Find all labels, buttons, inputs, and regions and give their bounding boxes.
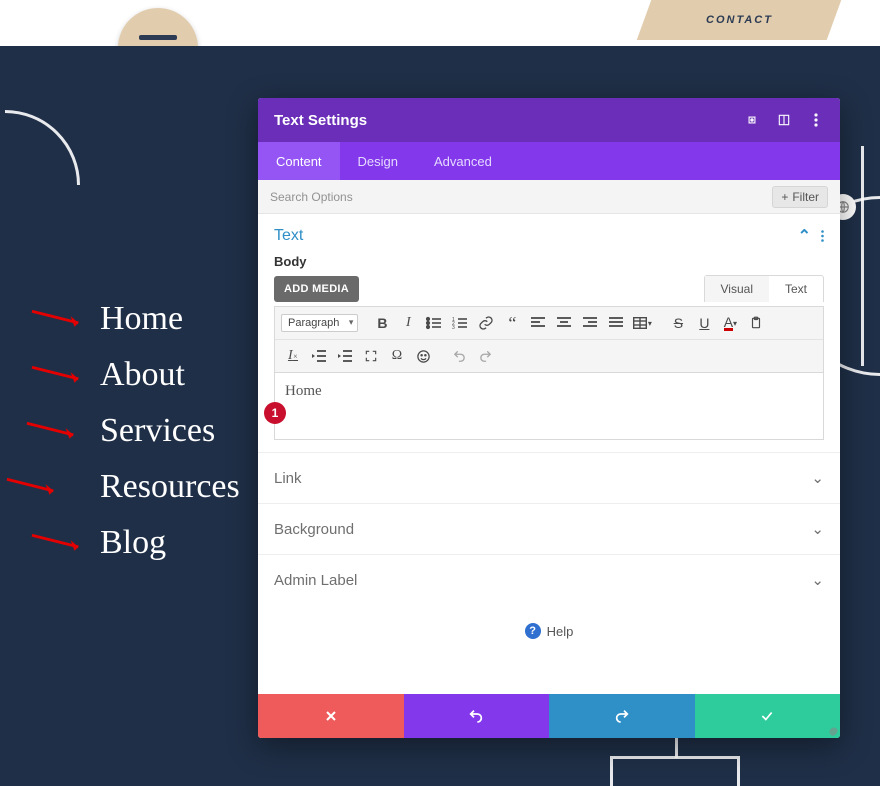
arrow-icon [5, 477, 63, 497]
bold-icon[interactable]: B [370, 311, 394, 335]
outdent-icon[interactable] [307, 344, 331, 368]
svg-text:3: 3 [452, 325, 455, 330]
add-media-button[interactable]: ADD MEDIA [274, 276, 359, 302]
modal-title-actions [744, 112, 824, 128]
arrow-icon [25, 421, 83, 441]
nav-label: Resources [100, 468, 240, 506]
resize-handle[interactable] [824, 722, 838, 736]
editor-tab-text[interactable]: Text [769, 276, 823, 302]
number-list-icon[interactable]: 123 [448, 311, 472, 335]
section-text-header[interactable]: Text ⌃ [258, 214, 840, 254]
hamburger-bar [139, 35, 177, 40]
kebab-icon[interactable] [821, 230, 824, 242]
modal-footer [258, 694, 840, 738]
section-label: Background [274, 521, 354, 538]
link-icon[interactable] [474, 311, 498, 335]
modal-title-text: Text Settings [274, 112, 367, 129]
help-link[interactable]: ? Help [258, 605, 840, 649]
strike-icon[interactable]: S [666, 311, 690, 335]
editor-tab-visual[interactable]: Visual [705, 276, 769, 302]
omega-icon[interactable]: Ω [385, 344, 409, 368]
text-settings-modal: Text Settings Content Design Advanced Se… [258, 98, 840, 738]
nav-label: Blog [100, 524, 166, 562]
undo-button[interactable] [404, 694, 550, 738]
emoji-icon[interactable] [411, 344, 435, 368]
tab-advanced[interactable]: Advanced [416, 142, 510, 180]
filter-label: Filter [792, 190, 819, 204]
arrow-icon [30, 365, 88, 385]
align-justify-icon[interactable] [604, 311, 628, 335]
align-left-icon[interactable] [526, 311, 550, 335]
decoration-line [861, 146, 864, 366]
indent-icon[interactable] [333, 344, 357, 368]
section-label: Link [274, 470, 302, 487]
save-button[interactable] [695, 694, 841, 738]
modal-tabs: Content Design Advanced [258, 142, 840, 180]
clear-format-icon[interactable]: I× [281, 344, 305, 368]
search-input[interactable]: Search Options [270, 190, 353, 204]
italic-icon[interactable]: I [396, 311, 420, 335]
section-label: Admin Label [274, 572, 357, 589]
redo-icon[interactable] [473, 344, 497, 368]
decoration-circle [0, 110, 80, 260]
cancel-button[interactable] [258, 694, 404, 738]
arrow-icon [30, 533, 88, 553]
format-select[interactable]: Paragraph [281, 314, 358, 332]
page-canvas: Home About Services Resources Blog 1 Tex… [0, 46, 880, 786]
align-center-icon[interactable] [552, 311, 576, 335]
editor-mode-tabs: Visual Text [704, 275, 824, 302]
editor-toolbar: Paragraph B I 123 “ ▾ S U A▾ I× [274, 306, 824, 372]
nav-label: About [100, 356, 185, 394]
chevron-down-icon: ⌄ [811, 469, 824, 487]
section-link[interactable]: Link ⌄ [258, 452, 840, 503]
align-right-icon[interactable] [578, 311, 602, 335]
kebab-icon[interactable] [808, 112, 824, 128]
section-admin-label[interactable]: Admin Label ⌄ [258, 554, 840, 605]
annotation-badge-1: 1 [264, 402, 286, 424]
underline-icon[interactable]: U [692, 311, 716, 335]
section-title: Text [274, 227, 303, 245]
chevron-up-icon[interactable]: ⌃ [798, 226, 811, 246]
filter-button[interactable]: + Filter [772, 186, 828, 208]
table-icon[interactable]: ▾ [630, 311, 654, 335]
paste-icon[interactable] [744, 311, 768, 335]
section-background[interactable]: Background ⌄ [258, 503, 840, 554]
contact-link[interactable]: CONTACT [637, 0, 842, 40]
chevron-down-icon: ⌄ [811, 520, 824, 538]
decoration-rect [610, 756, 740, 786]
plus-icon: + [781, 190, 788, 204]
nav-label: Home [100, 300, 183, 338]
snap-icon[interactable] [776, 112, 792, 128]
search-row: Search Options + Filter [258, 180, 840, 214]
chevron-down-icon: ⌄ [811, 571, 824, 589]
editor-text: Home [285, 383, 322, 399]
body-label: Body [258, 254, 840, 269]
modal-titlebar[interactable]: Text Settings [258, 98, 840, 142]
expand-icon[interactable] [744, 112, 760, 128]
help-label: Help [547, 624, 574, 639]
bullet-list-icon[interactable] [422, 311, 446, 335]
tab-content[interactable]: Content [258, 142, 340, 180]
fullscreen-icon[interactable] [359, 344, 383, 368]
collapsed-sections: Link ⌄ Background ⌄ Admin Label ⌄ [258, 440, 840, 605]
arrow-icon [30, 309, 88, 329]
editor-content[interactable]: Home [274, 372, 824, 440]
nav-label: Services [100, 412, 215, 450]
text-color-icon[interactable]: A▾ [718, 311, 742, 335]
undo-icon[interactable] [447, 344, 471, 368]
quote-icon[interactable]: “ [500, 311, 524, 335]
redo-button[interactable] [549, 694, 695, 738]
contact-label: CONTACT [706, 14, 773, 26]
help-icon: ? [525, 623, 541, 639]
tab-design[interactable]: Design [340, 142, 416, 180]
